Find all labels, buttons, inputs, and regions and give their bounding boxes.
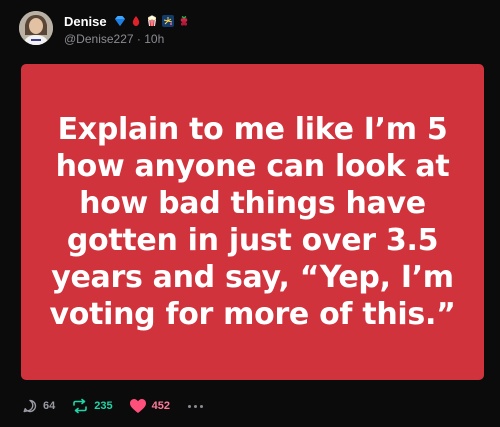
avatar[interactable]	[19, 11, 53, 45]
post-timestamp[interactable]: 10h	[144, 32, 164, 46]
post-card: Denise @Denise227 · 10h Explain to me li…	[0, 0, 500, 427]
repost-button[interactable]: 235	[71, 398, 113, 414]
fireworks-icon	[161, 15, 174, 27]
more-options-button[interactable]	[187, 404, 203, 408]
reply-count: 64	[43, 400, 56, 412]
more-dot-icon	[193, 404, 197, 408]
red-drop-icon	[130, 15, 142, 27]
author-name-row: Denise	[64, 13, 190, 29]
post-image-text: Explain to me like I’m 5 how anyone can …	[49, 112, 456, 332]
like-count: 452	[151, 400, 170, 412]
avatar-photo-icon	[19, 11, 53, 45]
meta-separator: ·	[133, 32, 145, 46]
author-handle-row: @Denise227 · 10h	[64, 32, 164, 46]
more-dot-icon	[187, 404, 191, 408]
repost-count: 235	[94, 400, 113, 412]
reply-icon	[23, 399, 37, 413]
post-actions: 64 235 452	[22, 397, 203, 415]
reply-button[interactable]: 64	[22, 398, 55, 414]
more-dot-icon	[199, 404, 203, 408]
like-button[interactable]: 452	[129, 398, 170, 414]
repost-icon	[73, 398, 88, 414]
popcorn-icon	[146, 15, 158, 27]
author-handle[interactable]: @Denise227	[64, 32, 134, 46]
author-display-name[interactable]: Denise	[64, 14, 107, 29]
heart-icon	[129, 399, 146, 413]
post-image[interactable]: Explain to me like I’m 5 how anyone can …	[21, 64, 484, 380]
raspberry-icon	[178, 15, 190, 27]
blue-diamond-icon	[114, 15, 126, 27]
